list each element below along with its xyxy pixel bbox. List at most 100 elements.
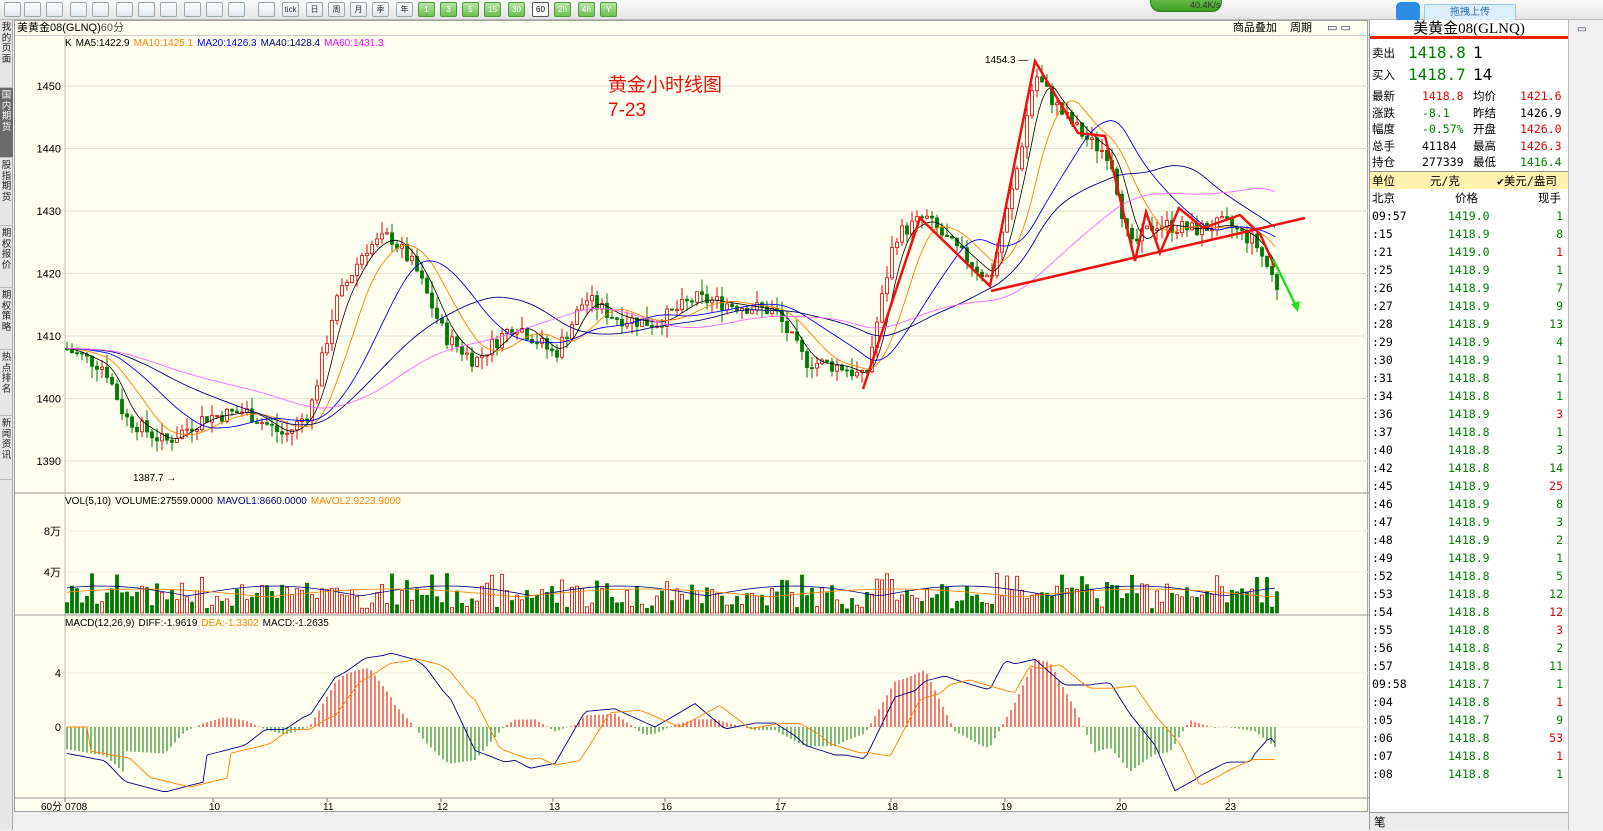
- sidebar-item-4[interactable]: 期权策略: [0, 288, 13, 350]
- candle-body: [535, 342, 539, 345]
- back-icon[interactable]: [4, 2, 21, 17]
- tick-price: 1418.9: [1448, 299, 1490, 313]
- list-icon[interactable]: [228, 2, 245, 17]
- volume-bar: [360, 607, 364, 614]
- toolbar-button-13[interactable]: 日: [306, 2, 323, 17]
- toolbar-button-16[interactable]: 季: [372, 2, 389, 17]
- volume-bar: [1000, 595, 1004, 614]
- volume-bar: [670, 600, 674, 614]
- quote-row: 卖出 1418.8 1: [1370, 44, 1569, 68]
- page-icon[interactable]: [46, 2, 63, 17]
- candle-body: [680, 298, 684, 311]
- candle-body: [255, 421, 259, 424]
- candle-body: [435, 307, 439, 319]
- tick-price: 1418.8: [1448, 767, 1490, 781]
- toolbar-button-22[interactable]: 30: [508, 2, 525, 17]
- upload-button[interactable]: 拖拽上传: [1424, 4, 1516, 21]
- toolbar-button-12[interactable]: tick: [282, 2, 299, 17]
- refresh-icon[interactable]: [70, 2, 87, 17]
- volume-bar: [645, 607, 649, 614]
- volume-bar: [1190, 596, 1194, 614]
- candle-body: [880, 293, 884, 323]
- tick-price: 1418.9: [1448, 335, 1490, 349]
- volume-bar: [485, 582, 489, 614]
- volume-bar: [1020, 589, 1024, 614]
- paint-icon[interactable]: [184, 2, 201, 17]
- quote-row: :52 1418.8 5: [1370, 567, 1569, 585]
- price-tick: 1450: [37, 81, 61, 93]
- tick-qty: 1: [1556, 245, 1563, 259]
- toolbar-button-14[interactable]: 周: [328, 2, 345, 17]
- legend-item: DIFF:-1.9619: [138, 618, 198, 629]
- legend-item: VOLUME:27559.0000: [115, 496, 213, 507]
- toolbar-button-26[interactable]: Y: [600, 2, 617, 17]
- candle-body: [1035, 76, 1039, 92]
- volume-bar: [115, 574, 119, 614]
- tick-time: :52: [1372, 569, 1393, 583]
- tick-time: 09:57: [1372, 209, 1407, 223]
- toolbar-button-17[interactable]: 年: [396, 2, 413, 17]
- sidebar-item-1[interactable]: 国内期货: [0, 88, 13, 158]
- tick-time: :48: [1372, 533, 1393, 547]
- window-icon[interactable]: ▭: [1577, 24, 1586, 35]
- sidebar-item-2[interactable]: 股指期货: [0, 158, 13, 226]
- volume-bar: [725, 604, 729, 614]
- volume-bar: [190, 601, 194, 614]
- stat-value: 1421.6: [1520, 89, 1562, 103]
- toolbar-button-19[interactable]: 3: [440, 2, 457, 17]
- home-icon[interactable]: [24, 2, 41, 17]
- sidebar-item-6[interactable]: 新闻资讯: [0, 416, 13, 480]
- tick-time: :40: [1372, 443, 1393, 457]
- tick-price: 1418.8: [1448, 605, 1490, 619]
- volume-bar: [330, 588, 334, 614]
- candle-body: [175, 437, 179, 443]
- candlestick-chart[interactable]: 1450 1440 1430 1420 1410 1400 1390 8万 4万 4 0 0708 10…: [15, 21, 1369, 813]
- filter-icon[interactable]: [206, 2, 223, 17]
- volume-bar: [1265, 577, 1269, 614]
- candle-body: [450, 336, 454, 346]
- candle-body: [445, 322, 449, 346]
- volume-bar: [1080, 576, 1084, 614]
- quote-row: :47 1418.9 3: [1370, 513, 1569, 531]
- toolbar-button-25[interactable]: 4h: [578, 2, 595, 17]
- sidebar-item-5[interactable]: 热点排名: [0, 350, 13, 416]
- legend-item: MACD(12,26,9): [65, 618, 135, 629]
- toolbar-button-21[interactable]: 15: [484, 2, 501, 17]
- zoom-out-icon[interactable]: [116, 2, 133, 17]
- candle-body: [825, 359, 829, 363]
- candle-body: [615, 317, 619, 320]
- volume-bar: [100, 601, 104, 614]
- period-button[interactable]: 周期: [1290, 21, 1312, 35]
- zoom-in-icon[interactable]: [92, 2, 109, 17]
- tick-price: 1418.8: [1448, 749, 1490, 763]
- toolbar-button-24[interactable]: 2h: [554, 2, 571, 17]
- quote-row: :06 1418.8 53: [1370, 729, 1569, 747]
- quote-row: 涨跌 -8.1 昨结 1426.9: [1370, 105, 1569, 122]
- candle-body: [685, 298, 689, 302]
- candle-body: [125, 413, 129, 418]
- overlay-button[interactable]: 商品叠加: [1233, 21, 1277, 35]
- quote-row: :45 1418.9 25: [1370, 477, 1569, 495]
- toolbar-button-18[interactable]: 1: [418, 2, 435, 17]
- volume-bar: [1220, 586, 1224, 614]
- chart-icon[interactable]: [258, 2, 275, 17]
- layers-icon[interactable]: [138, 2, 155, 17]
- volume-bar: [385, 603, 389, 614]
- sidebar-item-0[interactable]: 我的页面: [0, 20, 13, 88]
- cloud-upload-icon[interactable]: [1396, 2, 1420, 22]
- candle-body: [790, 331, 794, 334]
- quote-row: :57 1418.8 11: [1370, 657, 1569, 675]
- volume-bar: [720, 595, 724, 614]
- draw-icon[interactable]: [160, 2, 177, 17]
- toolbar-button-23[interactable]: 60: [532, 2, 549, 17]
- date-tick: 17: [775, 802, 787, 813]
- window-controls-icon[interactable]: ▭ ▭: [1327, 21, 1351, 35]
- sidebar-item-3[interactable]: 期权报价: [0, 226, 13, 288]
- chart-area[interactable]: 1450 1440 1430 1420 1410 1400 1390 8万 4万 4 0 0708 10…: [14, 20, 1369, 813]
- volume-bar: [785, 580, 789, 614]
- volume-bar: [210, 604, 214, 614]
- volume-bar: [140, 585, 144, 614]
- candle-body: [645, 318, 649, 326]
- toolbar-button-20[interactable]: 5: [462, 2, 479, 17]
- toolbar-button-15[interactable]: 月: [350, 2, 367, 17]
